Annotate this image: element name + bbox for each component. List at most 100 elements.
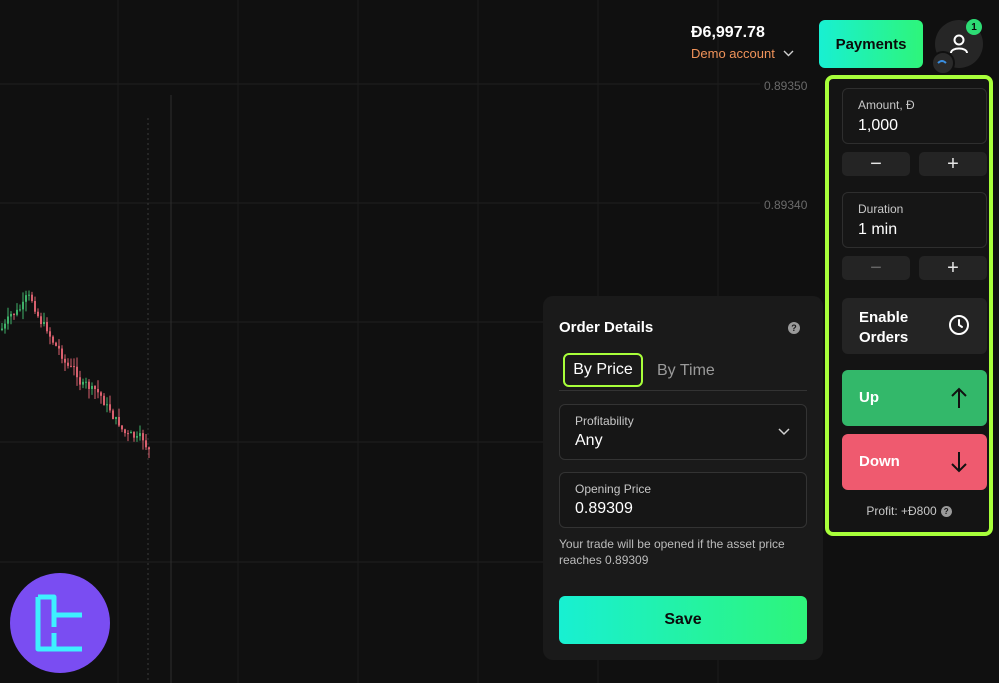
candle-body <box>46 322 48 332</box>
duration-value: 1 min <box>858 221 898 238</box>
opening-price-input[interactable]: Opening Price 0.89309 <box>559 472 807 528</box>
candle-body <box>58 345 60 349</box>
candle-body <box>49 331 51 337</box>
amount-label: Amount, Đ <box>858 98 915 112</box>
candle-body <box>85 381 87 383</box>
candle-body <box>142 433 144 441</box>
candle-body <box>67 362 69 366</box>
account-type-label: Demo account <box>691 46 775 61</box>
candle-body <box>121 425 123 430</box>
candle-body <box>40 316 42 324</box>
brand-logo <box>10 573 110 673</box>
up-button[interactable]: Up <box>842 370 987 426</box>
candle-body <box>91 385 93 389</box>
account-balance: Đ6,997.78 <box>691 24 765 41</box>
order-details-title: Order Details <box>559 319 654 336</box>
help-icon[interactable]: ? <box>940 506 952 518</box>
candle-body <box>64 358 66 363</box>
candle-body <box>79 377 81 385</box>
save-button[interactable]: Save <box>559 596 807 644</box>
logo-icon <box>35 594 82 652</box>
duration-field[interactable]: Duration 1 min <box>842 192 987 248</box>
candle-body <box>4 323 6 329</box>
candle-body <box>115 417 117 419</box>
enable-orders-button[interactable]: Enable Orders <box>842 298 987 354</box>
candle-body <box>139 433 141 437</box>
candle-body <box>37 311 39 317</box>
user-icon <box>950 34 968 54</box>
candle-body <box>76 366 78 378</box>
candle-body <box>100 392 102 396</box>
candle-body <box>133 432 135 438</box>
down-button[interactable]: Down <box>842 434 987 490</box>
notification-badge: 1 <box>966 19 982 35</box>
order-hint-text: Your trade will be opened if the asset p… <box>559 537 785 567</box>
candle-body <box>112 410 114 419</box>
tab-by-price[interactable]: By Price <box>563 353 643 387</box>
chevron-down-icon <box>778 428 790 436</box>
duration-increase-button[interactable]: + <box>919 256 987 280</box>
candle-body <box>7 316 9 324</box>
profitability-select[interactable]: Profitability Any <box>559 404 807 460</box>
candle-body <box>70 365 72 367</box>
candle-body <box>13 313 15 315</box>
status-icon <box>937 60 947 64</box>
payments-button[interactable]: Payments <box>819 20 923 68</box>
candle-body <box>28 294 30 296</box>
amount-field[interactable]: Amount, Đ 1,000 <box>842 88 987 144</box>
clock-icon <box>949 315 969 335</box>
candle-body <box>22 301 24 310</box>
account-type-selector[interactable]: Demo account <box>691 46 794 61</box>
candle-body <box>73 366 75 368</box>
status-indicator <box>931 51 955 75</box>
candle-body <box>31 294 33 302</box>
up-label: Up <box>859 389 879 406</box>
profit-info: Profit: +Đ800? <box>829 504 989 518</box>
candle-body <box>97 389 99 393</box>
candle-body <box>118 417 120 426</box>
candle-body <box>1 328 3 330</box>
arrow-down-icon <box>951 452 967 473</box>
candle-body <box>25 295 27 302</box>
arrow-up-icon <box>951 387 967 408</box>
candle-body <box>130 432 132 434</box>
order-details-panel: Order Details ? By Price By Time Profita… <box>543 296 823 660</box>
tabs-divider <box>559 390 807 391</box>
duration-decrease-button[interactable]: − <box>842 256 910 280</box>
candle-body <box>88 381 90 389</box>
enable-orders-label: Enable Orders <box>859 309 909 346</box>
trade-panel: Amount, Đ 1,000 − + Duration 1 min − + E… <box>825 75 993 536</box>
candle-body <box>109 404 111 411</box>
profitability-label: Profitability <box>575 414 634 428</box>
price-axis-label-top: 0.89350 <box>764 79 808 93</box>
chart-candles <box>1 290 150 459</box>
amount-increase-button[interactable]: + <box>919 152 987 176</box>
candle-body <box>52 336 54 343</box>
candle-body <box>10 313 12 317</box>
profitability-value: Any <box>575 432 603 449</box>
candle-body <box>148 447 150 450</box>
candle-body <box>34 301 36 312</box>
candle-body <box>145 440 147 448</box>
duration-label: Duration <box>858 202 904 216</box>
candle-body <box>127 433 129 435</box>
candle-body <box>19 309 21 311</box>
help-icon[interactable]: ? <box>788 322 800 334</box>
candle-body <box>106 404 108 406</box>
amount-decrease-button[interactable]: − <box>842 152 910 176</box>
profit-label: Profit: +Đ800 <box>866 504 937 518</box>
price-axis-label-second: 0.89340 <box>764 198 808 212</box>
candle-body <box>94 385 96 390</box>
down-label: Down <box>859 453 900 470</box>
candle-body <box>82 381 84 385</box>
candle-body <box>16 309 18 315</box>
candle-body <box>61 348 63 359</box>
chevron-down-icon <box>783 50 794 57</box>
tab-by-time[interactable]: By Time <box>657 362 715 380</box>
amount-value: 1,000 <box>858 117 899 134</box>
candle-body <box>124 429 126 434</box>
opening-price-label: Opening Price <box>575 482 652 496</box>
candle-body <box>43 322 45 324</box>
candle-body <box>55 342 57 346</box>
candle-body <box>136 436 138 438</box>
